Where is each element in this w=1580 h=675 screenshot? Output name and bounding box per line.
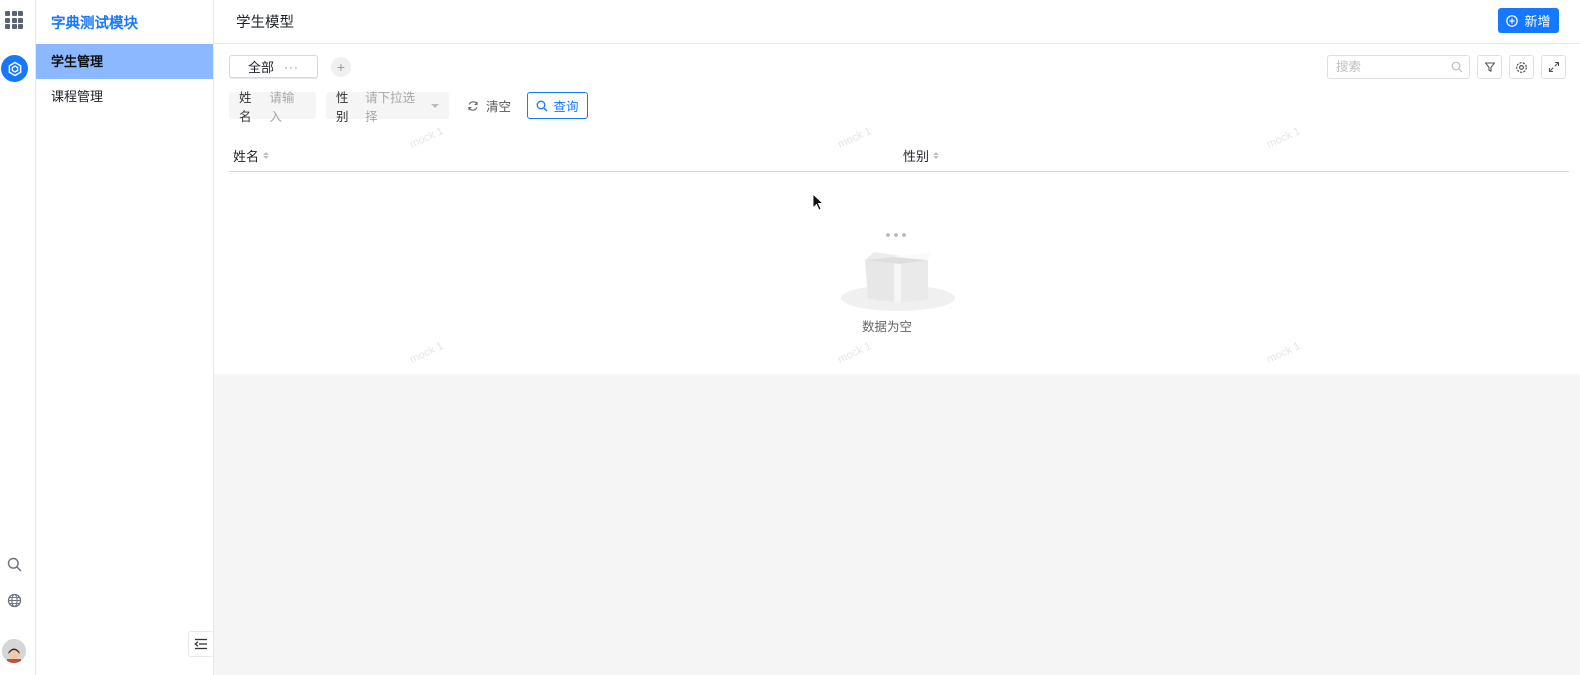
table-header: 姓名 性别	[229, 136, 1569, 172]
search-placeholder: 搜索	[1336, 60, 1362, 74]
content-card: mock 1 mock 1 mock 1 mock 1 mock 1 mock …	[214, 44, 1580, 374]
clear-button[interactable]: 清空	[467, 92, 511, 119]
chevron-down-icon	[431, 103, 439, 108]
apps-grid-icon[interactable]	[5, 11, 23, 29]
plus-circle-icon	[1506, 14, 1519, 27]
empty-state-illustration	[828, 229, 968, 322]
sidebar: 字典测试模块 学生管理 课程管理	[36, 0, 214, 675]
column-header-name[interactable]: 姓名	[233, 146, 270, 165]
add-button-label: 新增	[1524, 14, 1551, 29]
sidebar-item-student-management[interactable]: 学生管理	[36, 44, 213, 79]
column-header-label: 性别	[903, 149, 930, 164]
view-tab-label: 全部	[247, 60, 274, 75]
name-filter[interactable]: 姓名 请输入	[229, 91, 316, 124]
settings-icon[interactable]	[1509, 55, 1534, 79]
gender-filter-label: 性别	[336, 90, 349, 124]
more-icon[interactable]: ···	[284, 60, 299, 74]
name-filter-label: 姓名	[239, 90, 252, 124]
add-button[interactable]: 新增	[1498, 8, 1559, 33]
page-title: 学生模型	[236, 15, 294, 31]
clear-button-label: 清空	[486, 100, 512, 114]
search-icon	[537, 100, 548, 111]
column-header-gender[interactable]: 性别	[903, 146, 940, 165]
mouse-cursor-icon	[812, 192, 825, 214]
watermark: mock 1	[408, 340, 446, 366]
search-icon[interactable]	[5, 555, 23, 573]
add-view-button[interactable]: +	[331, 57, 351, 77]
empty-state-text: 数据为空	[862, 320, 913, 334]
search-icon	[1451, 61, 1463, 73]
gender-filter-select[interactable]: 请下拉选择	[365, 87, 423, 125]
collapse-sidebar-icon[interactable]	[188, 631, 214, 657]
sort-icon[interactable]	[263, 152, 270, 159]
avatar[interactable]	[2, 639, 26, 663]
name-filter-input[interactable]: 请输入	[269, 87, 306, 125]
view-tab-all[interactable]: 全部 ···	[229, 55, 318, 78]
page-header: 学生模型 新增	[214, 0, 1580, 44]
watermark: mock 1	[1265, 340, 1303, 366]
fullscreen-icon[interactable]	[1541, 55, 1566, 79]
refresh-icon	[468, 100, 478, 111]
filter-icon[interactable]	[1477, 55, 1502, 79]
app-logo-icon[interactable]	[1, 55, 28, 82]
column-header-label: 姓名	[233, 149, 260, 164]
query-button-label: 查询	[553, 100, 579, 114]
watermark: mock 1	[836, 340, 874, 366]
sidebar-item-course-management[interactable]: 课程管理	[36, 79, 213, 114]
globe-icon[interactable]	[5, 591, 23, 609]
search-input[interactable]: 搜索	[1327, 55, 1470, 79]
left-rail	[0, 0, 36, 675]
query-button[interactable]: 查询	[527, 92, 588, 119]
module-title: 字典测试模块	[51, 16, 138, 32]
gender-filter[interactable]: 性别 请下拉选择	[326, 91, 449, 124]
sort-icon[interactable]	[933, 152, 940, 159]
